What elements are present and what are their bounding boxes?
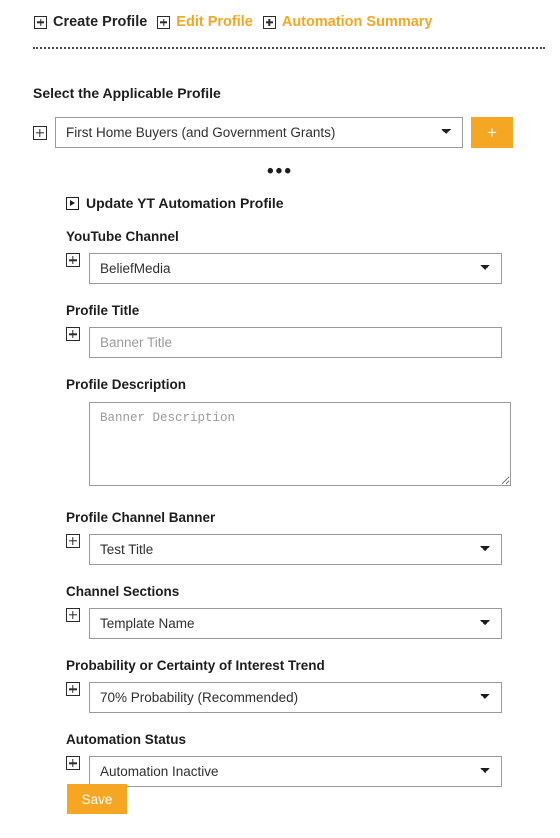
top-nav: Create Profile Edit Profile Automation S…: [34, 15, 433, 30]
nav-item-automation-summary[interactable]: Automation Summary: [262, 14, 433, 30]
field-control-row: BeliefMedia: [66, 253, 502, 285]
nav-divider: [33, 47, 545, 49]
plus-box-icon: [262, 15, 276, 29]
probability-select[interactable]: 70% Probability (Recommended): [89, 682, 502, 714]
plus-box-icon[interactable]: [66, 682, 80, 697]
field-label: Profile Title: [66, 303, 140, 319]
ellipsis-divider: •••: [267, 161, 293, 182]
field-probability: Probability or Certainty of Interest Tre…: [66, 657, 502, 714]
profile-title-input[interactable]: [89, 327, 502, 359]
plus-box-icon[interactable]: [66, 533, 80, 548]
field-channel-sections: Channel Sections Template Name: [66, 584, 502, 639]
field-label: Profile Channel Banner: [66, 509, 216, 525]
field-control-row: Test Title: [66, 533, 502, 565]
field-profile-channel-banner: Profile Channel Banner Test Title: [66, 510, 502, 565]
nav-item-label: Automation Summary: [281, 14, 433, 30]
profile-channel-banner-select[interactable]: Test Title: [89, 533, 502, 565]
field-control-row: [89, 401, 511, 491]
field-label: Channel Sections: [66, 583, 180, 599]
plus-box-icon[interactable]: [33, 125, 47, 140]
field-profile-title: Profile Title: [66, 303, 502, 359]
field-profile-description: Profile Description: [66, 377, 511, 491]
field-label: Automation Status: [66, 732, 186, 748]
update-profile-panel: Update YT Automation Profile YouTube Cha…: [66, 195, 511, 806]
field-youtube-channel: YouTube Channel BeliefMedia: [66, 229, 502, 285]
youtube-channel-select[interactable]: BeliefMedia: [89, 253, 502, 285]
save-button[interactable]: Save: [67, 784, 127, 814]
plus-box-icon[interactable]: [66, 756, 80, 771]
select-profile-heading: Select the Applicable Profile: [33, 85, 221, 101]
nav-item-label: Edit Profile: [176, 14, 253, 30]
field-label: YouTube Channel: [66, 229, 179, 244]
nav-item-create-profile[interactable]: Create Profile: [34, 15, 147, 30]
profile-description-textarea[interactable]: [89, 401, 511, 486]
profile-select-row: First Home Buyers (and Government Grants…: [33, 117, 513, 148]
plus-box-icon[interactable]: [66, 607, 80, 622]
play-box-icon: [66, 196, 79, 210]
add-profile-button[interactable]: +: [471, 117, 513, 148]
field-control-row: Template Name: [66, 607, 502, 639]
field-label: Profile Description: [66, 377, 187, 393]
applicable-profile-select[interactable]: First Home Buyers (and Government Grants…: [55, 117, 463, 148]
field-control-row: 70% Probability (Recommended): [66, 682, 502, 714]
page-root: Create Profile Edit Profile Automation S…: [0, 0, 560, 838]
channel-sections-select[interactable]: Template Name: [89, 607, 502, 639]
plus-box-icon[interactable]: [66, 253, 80, 268]
field-automation-status: Automation Status Automation Inactive: [66, 732, 502, 788]
automation-status-select[interactable]: Automation Inactive: [89, 756, 502, 788]
field-control-row: [66, 327, 502, 359]
field-control-row: Automation Inactive: [66, 756, 502, 788]
plus-box-icon: [157, 15, 171, 29]
field-label: Probability or Certainty of Interest Tre…: [66, 657, 325, 673]
panel-title: Update YT Automation Profile: [66, 195, 502, 211]
nav-item-label: Create Profile: [53, 14, 148, 30]
nav-item-edit-profile[interactable]: Edit Profile: [157, 15, 253, 30]
panel-title-label: Update YT Automation Profile: [86, 195, 284, 211]
plus-box-icon[interactable]: [66, 327, 80, 342]
plus-box-icon: [34, 15, 47, 29]
